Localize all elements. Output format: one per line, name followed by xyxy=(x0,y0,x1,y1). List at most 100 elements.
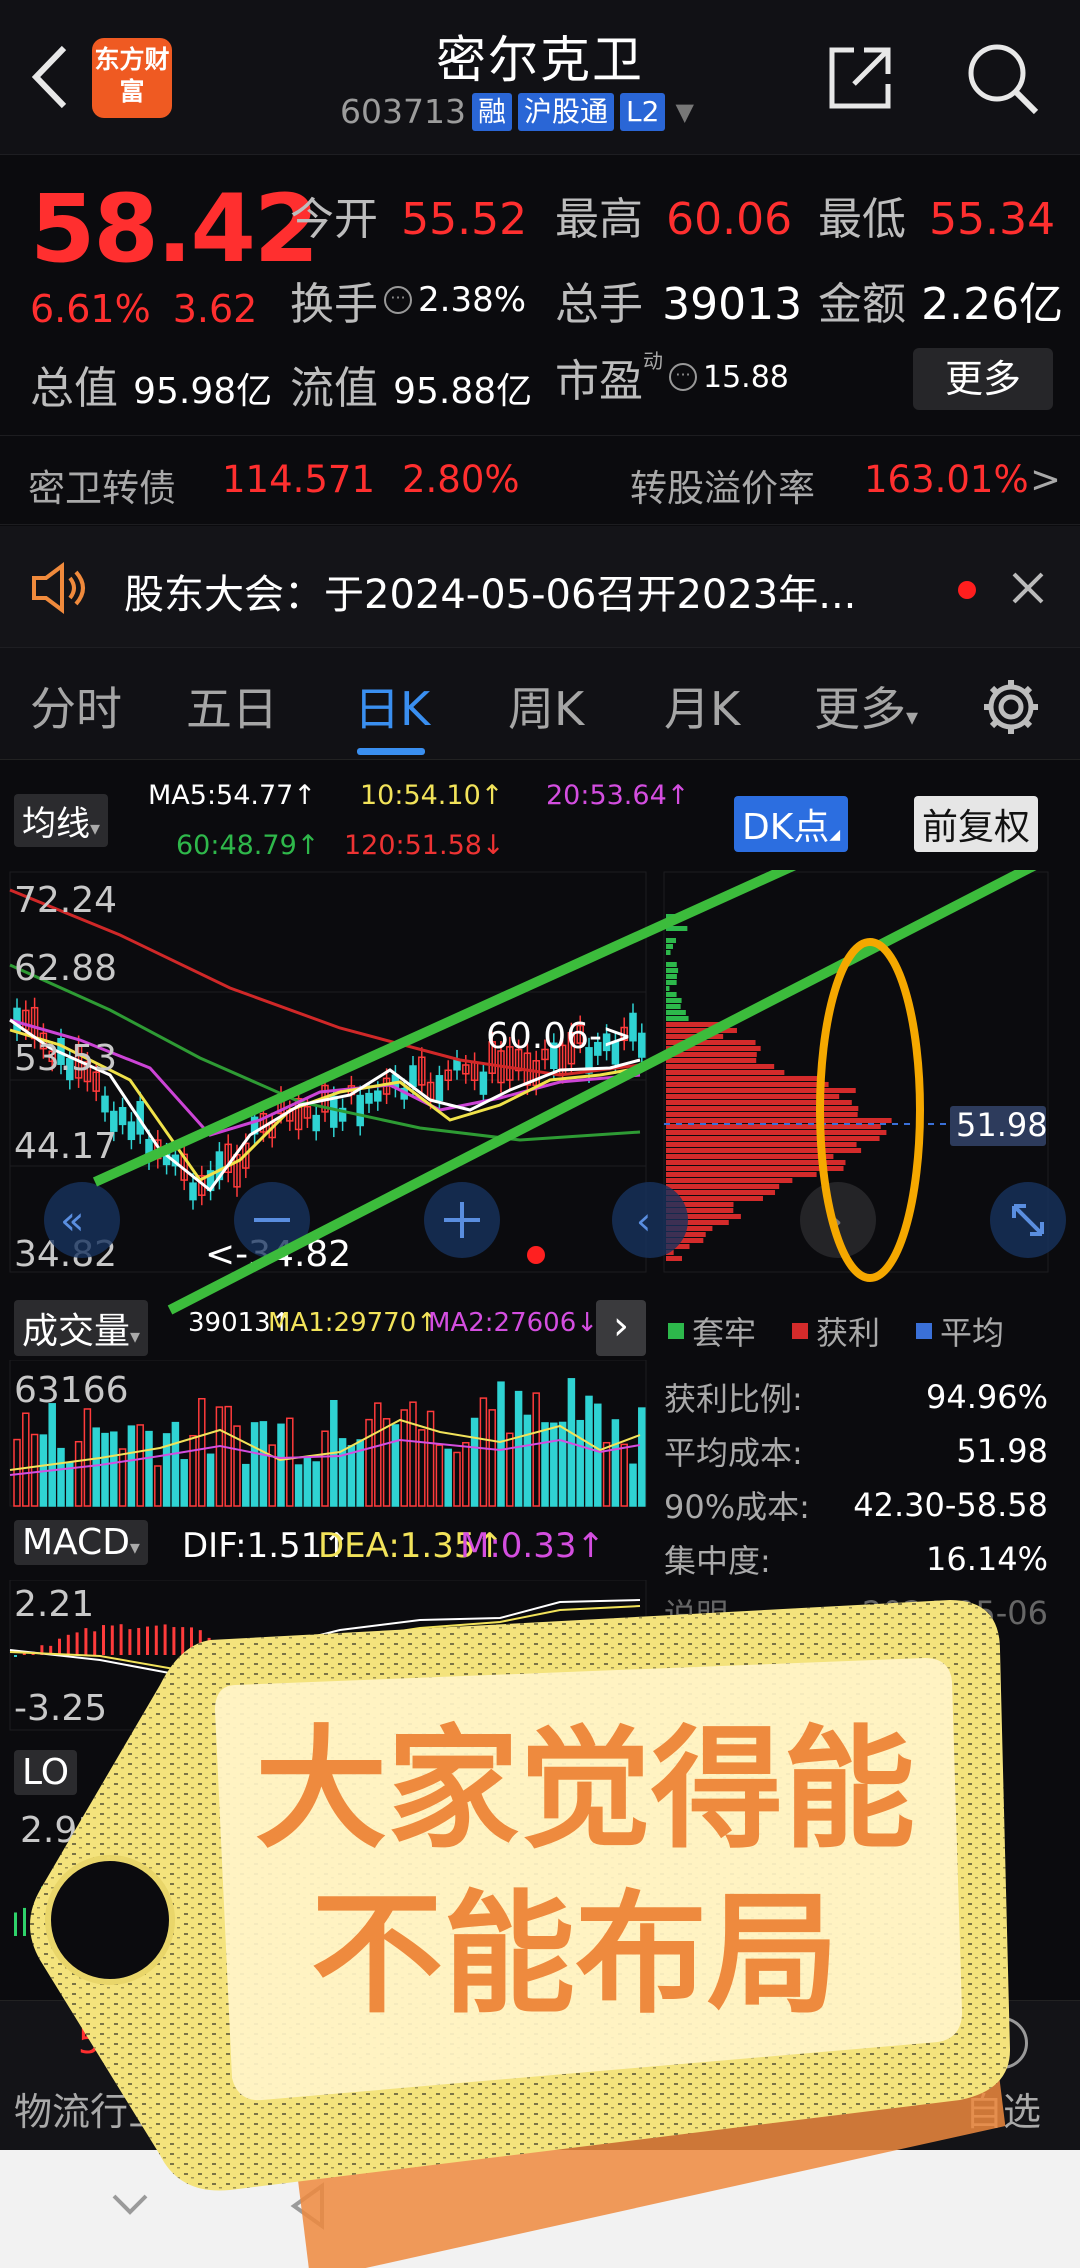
indicator-bar xyxy=(185,1909,188,1936)
open-value: 55.52 xyxy=(401,194,528,245)
stat-key: 平均成本: xyxy=(664,1434,803,1472)
indicator-bar xyxy=(113,1890,116,1936)
indicator-bar xyxy=(311,1872,314,1936)
macd-bar xyxy=(278,1655,281,1663)
more-button[interactable]: 更多 xyxy=(913,348,1053,410)
chip-bar xyxy=(666,1076,822,1081)
pe-value: 15.88 xyxy=(703,359,789,395)
volume-bar xyxy=(145,1430,153,1507)
indicator-bar xyxy=(383,1866,386,1936)
sector-name[interactable]: 物流行业 xyxy=(14,2081,166,2136)
dropdown-triangle-icon: ▾ xyxy=(90,816,101,840)
chip-bar xyxy=(666,1112,858,1117)
chip-bar xyxy=(666,950,671,955)
close-icon[interactable] xyxy=(1008,568,1048,618)
watchlist-label[interactable]: 自选 xyxy=(965,2081,1041,2136)
notice-bar[interactable]: 股东大会：于2024-05-06召开2023年... xyxy=(0,526,1080,648)
legend-swatch-trap xyxy=(668,1323,684,1339)
indicator-bar xyxy=(302,1896,305,1936)
indicator-bar xyxy=(293,1879,296,1936)
volume-bar xyxy=(206,1453,215,1507)
macd-bar xyxy=(181,1627,185,1655)
macd-bar xyxy=(462,1655,466,1672)
indicator-bar xyxy=(275,1878,278,1936)
tab-intraday[interactable]: 分时 xyxy=(30,673,122,739)
tab-more[interactable]: 更多▾ xyxy=(814,673,918,739)
indicator-bar xyxy=(140,1870,143,1936)
tab-five-day[interactable]: 五日 xyxy=(186,673,278,739)
volume-bar xyxy=(497,1381,505,1507)
dk-point-button[interactable]: DK点◢ xyxy=(734,796,849,852)
macd-bar xyxy=(445,1655,449,1676)
indicator-bar xyxy=(230,1880,233,1936)
indicator-bar xyxy=(527,1889,530,1936)
volume-selector-label: 成交量 xyxy=(22,1311,131,1352)
tab-monthly-k[interactable]: 月K xyxy=(664,673,740,739)
macd-bar xyxy=(550,1642,554,1655)
nav-collapse-icon[interactable] xyxy=(110,2190,150,2220)
search-icon[interactable] xyxy=(962,38,1042,118)
chip-bar xyxy=(666,1004,681,1009)
stock-code-line[interactable]: 603713 融 沪股通 L2 ▼ xyxy=(340,92,694,131)
y-label-3: 53.53 xyxy=(14,1038,117,1079)
tag-margin: 融 xyxy=(471,92,512,131)
volume-bar xyxy=(629,1463,637,1507)
indicator-bar xyxy=(329,1880,332,1936)
macd-bar xyxy=(216,1641,220,1655)
amount-label: 金额 xyxy=(818,279,906,330)
indicator-bar xyxy=(500,1875,503,1936)
share-icon[interactable] xyxy=(822,40,898,116)
indicator-bar xyxy=(608,1905,611,1936)
ma-selector-label: 均线 xyxy=(22,804,90,844)
macd-bar xyxy=(612,1627,616,1655)
indicator-bar xyxy=(131,1908,134,1936)
volume-bar xyxy=(259,1421,268,1507)
macd-bar xyxy=(163,1624,167,1655)
indicator-bar xyxy=(491,1873,494,1936)
indicator-bar xyxy=(212,1906,215,1936)
pe-cell[interactable]: 市盈 动 ··· 15.88 xyxy=(555,345,789,409)
sector-change: 57 xyxy=(78,2021,124,2062)
indicator-bar xyxy=(14,1912,17,1936)
tab-daily-k[interactable]: 日K xyxy=(354,673,430,739)
volume-bar xyxy=(391,1424,400,1507)
active-tab-indicator xyxy=(357,748,425,755)
third-indicator-selector[interactable]: LO xyxy=(14,1750,78,1795)
volume-chart: 63166 xyxy=(9,1360,647,1507)
nav-back-icon[interactable] xyxy=(288,2182,328,2230)
macd-bar xyxy=(102,1625,105,1655)
indicator-bar xyxy=(95,1868,98,1936)
macd-bar xyxy=(304,1655,308,1675)
macd-bar xyxy=(480,1655,484,1665)
indicator-bar xyxy=(401,1913,404,1936)
volume-bar xyxy=(638,1407,646,1507)
macd-bar xyxy=(524,1651,528,1655)
chip-bar xyxy=(666,1106,859,1111)
tab-weekly-k[interactable]: 周K xyxy=(508,673,584,739)
premium-value: 163.01% xyxy=(864,458,1029,501)
macd-bar xyxy=(603,1627,607,1655)
macd-bar xyxy=(506,1655,510,1658)
ma-selector[interactable]: 均线▾ xyxy=(14,794,109,847)
macd-selector[interactable]: MACD▾ xyxy=(14,1520,148,1565)
convertible-bond-row[interactable]: 密卫转债 114.571 2.80% 转股溢价率 163.01% > xyxy=(0,435,1080,525)
indicator-bar xyxy=(626,1910,629,1936)
expand-indicators-button[interactable]: › xyxy=(596,1300,646,1356)
volume-bar xyxy=(154,1465,162,1507)
indicator-bar xyxy=(203,1883,206,1936)
note-row[interactable]: 说明 2024-05-06 xyxy=(664,1586,1048,1640)
adjust-button[interactable]: 前复权 xyxy=(914,796,1039,852)
volume-bar xyxy=(506,1432,514,1507)
volume-ma2: MA2:27606↓ xyxy=(428,1308,599,1338)
turnover-cell[interactable]: 换手 ··· 2.38% xyxy=(290,268,526,332)
volume-bar xyxy=(558,1421,567,1507)
gear-icon[interactable] xyxy=(980,676,1042,742)
chip-bar xyxy=(666,992,677,997)
volume-selector[interactable]: 成交量▾ xyxy=(14,1300,149,1356)
y-label-2: 62.88 xyxy=(14,948,117,989)
volume-bar xyxy=(189,1434,197,1507)
add-watchlist-icon[interactable] xyxy=(976,2017,1028,2069)
stat-row: 获利比例: 94.96% xyxy=(664,1370,1048,1424)
volume-bar xyxy=(136,1424,144,1507)
macd-bar xyxy=(234,1645,237,1655)
